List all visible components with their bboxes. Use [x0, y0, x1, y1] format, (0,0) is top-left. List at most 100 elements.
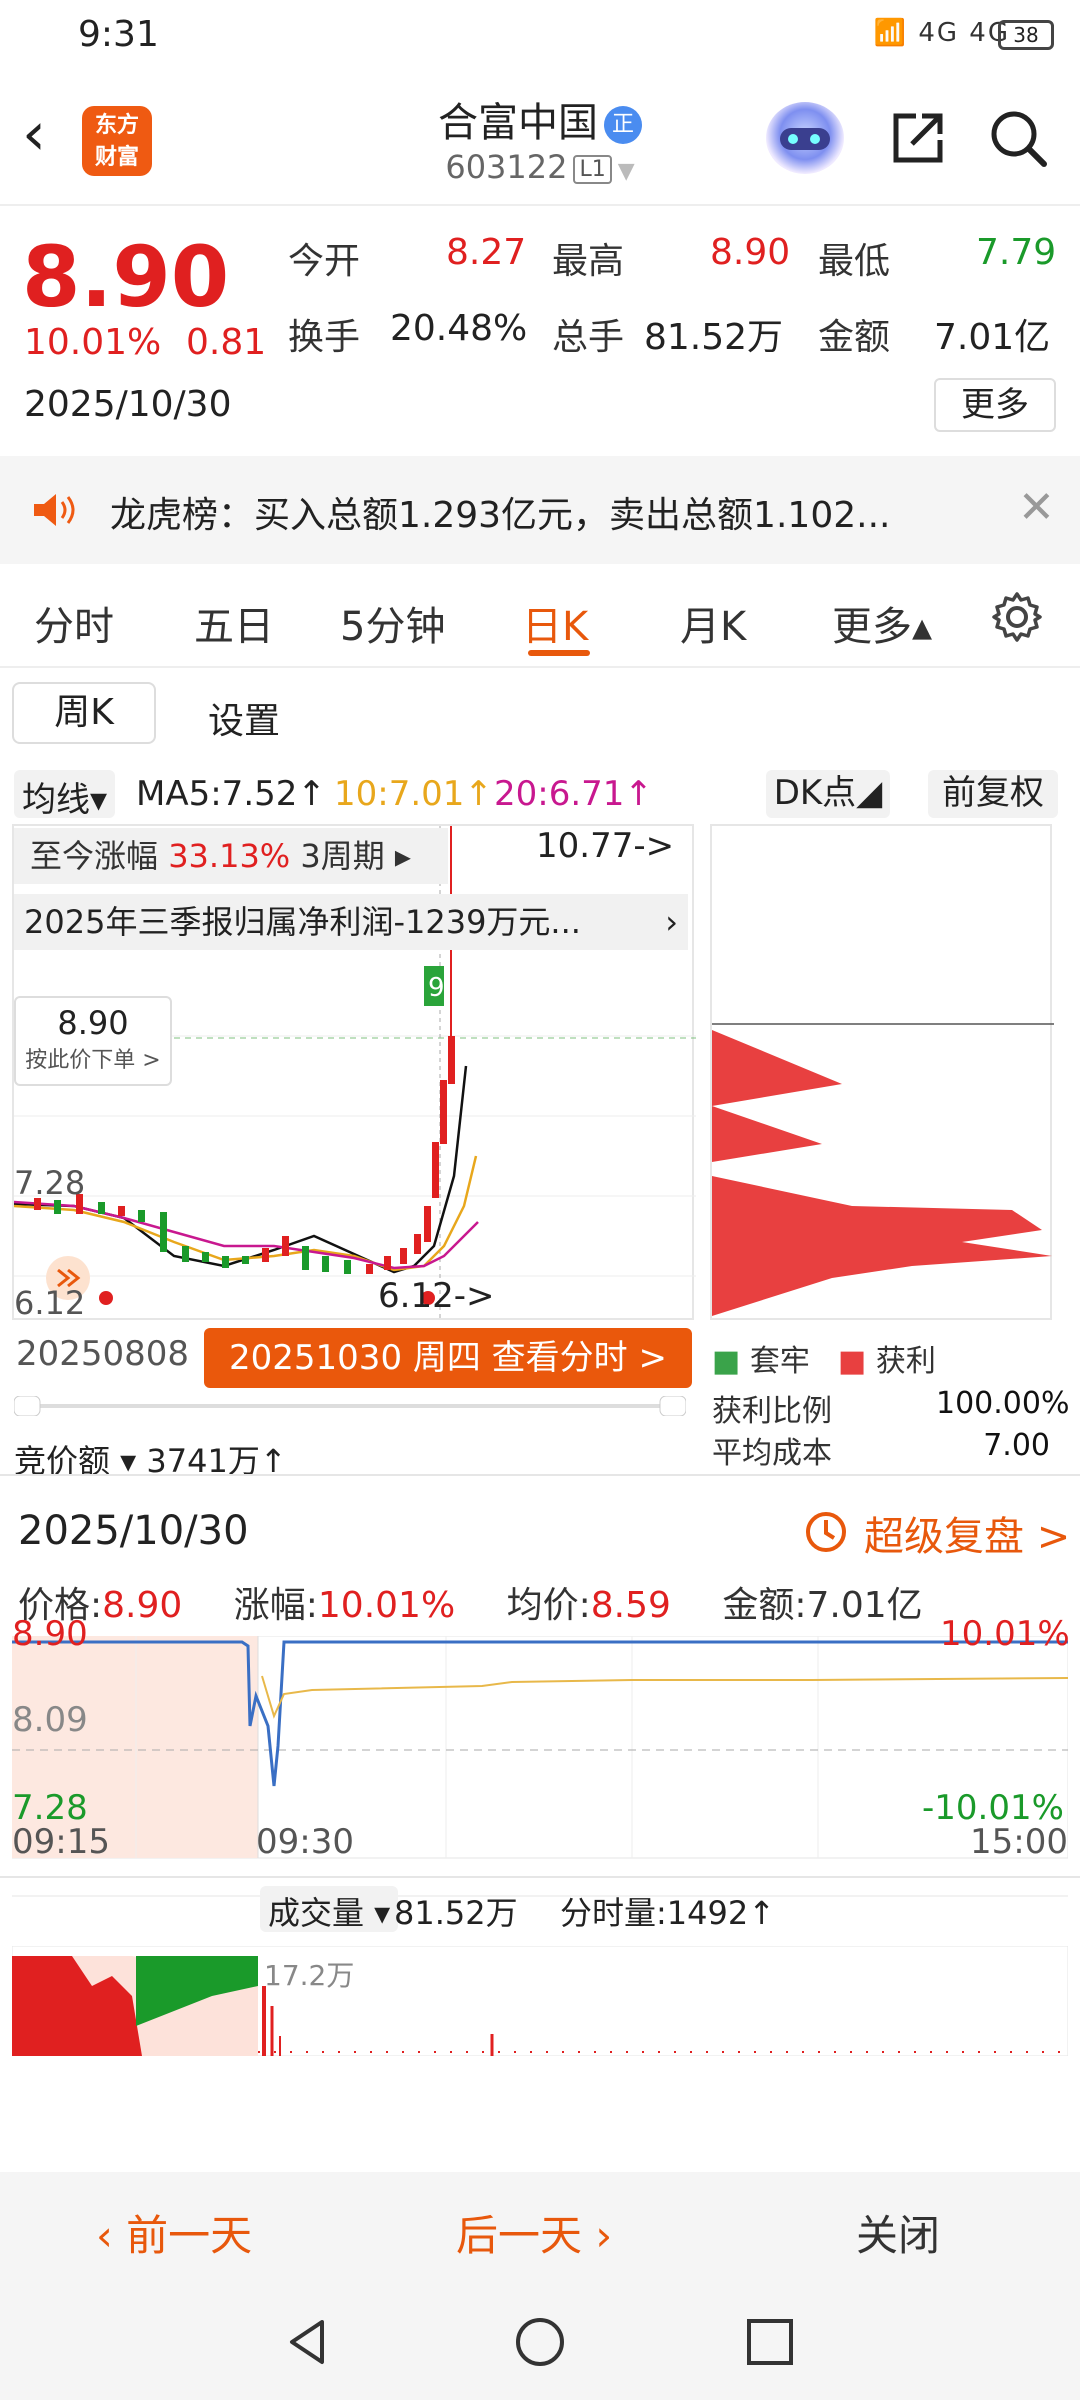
status-bar: 9:31 📶 4G 4G 38 — [0, 0, 1080, 72]
ma20-value: 20:6.71↑ — [494, 774, 653, 814]
speaker-icon — [34, 494, 75, 526]
nav-back-icon[interactable] — [282, 2316, 334, 2368]
super-replay-button[interactable]: 超级复盘 > — [864, 1504, 1070, 1562]
tab-intraday[interactable]: 分时 — [34, 594, 114, 652]
chevron-down-icon: ▼ — [617, 159, 635, 184]
turnover-value: 20.48% — [390, 308, 528, 349]
pct-value: 10.01% — [317, 1585, 456, 1626]
time-end: 15:00 — [970, 1822, 1068, 1862]
nav-recents-icon[interactable] — [744, 2316, 796, 2368]
price-value: 8.90 — [102, 1585, 183, 1626]
signal-dot — [99, 1291, 113, 1305]
share-icon[interactable] — [886, 106, 950, 170]
tab-monthly-k[interactable]: 月K — [680, 594, 746, 652]
volume-selector[interactable]: 成交量 ▾ — [260, 1886, 399, 1932]
current-price: 8.90 — [22, 228, 230, 326]
chevron-right-icon: › — [665, 903, 678, 941]
profit-ratio-label: 获利比例 — [712, 1394, 832, 1429]
more-quote-button[interactable]: 更多 — [934, 378, 1056, 432]
next-day-button[interactable]: 后一天 › — [456, 2202, 612, 2263]
chip-distribution[interactable] — [710, 824, 1054, 1320]
avg-value: 8.59 — [590, 1585, 671, 1626]
chart-scrollbar[interactable] — [14, 1396, 686, 1416]
high-marker: 10.77-> — [536, 826, 675, 866]
close-icon[interactable]: ✕ — [1018, 482, 1055, 533]
signal-icons: 📶 4G 4G — [873, 18, 1010, 48]
low-marker: 6.12-> — [378, 1276, 495, 1316]
legend-trap: ■ 套牢 — [712, 1344, 810, 1379]
tab-daily-k[interactable]: 日K — [522, 594, 588, 652]
volume-value: 81.52万 — [644, 317, 784, 358]
footer-bar: ‹ 前一天 后一天 › 关闭 — [0, 2172, 1080, 2284]
chip-svg — [712, 1023, 1054, 1316]
corp-badge-icon: 正 — [604, 106, 642, 144]
avg-label: 均价: — [506, 1585, 591, 1626]
td-9-text: 9 — [428, 973, 445, 1003]
stock-code: 603122 — [445, 148, 568, 186]
sheet-amount-label: 金额: — [722, 1585, 807, 1626]
gain-value: 33.13% — [168, 837, 291, 875]
pct-top-label: 10.01% — [940, 1614, 1070, 1654]
change-amount: 0.81 — [186, 322, 267, 363]
low-value: 7.79 — [976, 232, 1057, 273]
chart-start-date: 20250808 — [16, 1334, 190, 1374]
chart-tabs: 分时 五日 5分钟 日K 月K 更多▴ — [0, 568, 1080, 668]
period-volume: 分时量:1492↑ — [560, 1894, 776, 1932]
report-banner[interactable]: 2025年三季报归属净利润-1239万元... › — [14, 894, 688, 950]
close-button[interactable]: 关闭 — [856, 2202, 940, 2263]
system-nav-bar — [0, 2284, 1080, 2400]
dk-points-button[interactable]: DK点◢ — [766, 770, 890, 818]
tab-5min[interactable]: 5分钟 — [340, 594, 445, 652]
volume-label: 总手 — [552, 317, 625, 358]
change-pct: 10.01% — [24, 322, 162, 363]
time-start: 09:15 — [12, 1822, 110, 1862]
order-at-price-tag[interactable]: 8.90 按此价下单 > — [14, 996, 172, 1086]
pct-label: 涨幅: — [233, 1585, 318, 1626]
ma5-value: MA5:7.52↑ — [136, 774, 326, 814]
amount-label: 金额 — [818, 317, 891, 358]
adjust-mode-button[interactable]: 前复权 — [928, 770, 1058, 818]
avg-cost-label: 平均成本 — [712, 1436, 832, 1471]
news-bar[interactable]: 龙虎榜：买入总额1.293亿元，卖出总额1.102... ✕ — [0, 456, 1080, 564]
app-header: ‹ 东方 财富 合富中国正 603122 L1 ▼ — [0, 72, 1080, 206]
open-label: 今开 — [288, 241, 361, 282]
legend-profit: ■ 获利 — [838, 1344, 936, 1379]
tab-more[interactable]: 更多▴ — [832, 594, 932, 652]
trap-label: 套牢 — [749, 1344, 810, 1379]
gain-label: 至今涨幅 — [30, 837, 159, 875]
price-tag-action: 按此价下单 > — [25, 1048, 161, 1073]
search-icon[interactable] — [986, 106, 1050, 170]
history-icon — [806, 1512, 846, 1552]
prev-day-button[interactable]: ‹ 前一天 — [96, 2202, 252, 2263]
high-label: 最高 — [552, 241, 625, 282]
view-intraday-button[interactable]: 20251030 周四 查看分时 > — [204, 1328, 692, 1388]
clock: 9:31 — [78, 14, 159, 55]
week-k-button[interactable]: 周K — [12, 682, 156, 744]
quote-date: 2025/10/30 — [24, 384, 232, 425]
low-label: 最低 — [818, 241, 891, 282]
volume-chart — [12, 1946, 1068, 2056]
divider — [0, 1876, 1080, 1878]
open-value: 8.27 — [446, 232, 527, 273]
profit-ratio-value: 100.00% — [936, 1386, 1070, 1421]
news-text: 龙虎榜：买入总额1.293亿元，卖出总额1.102... — [110, 495, 891, 536]
amount-value: 7.01亿 — [934, 317, 1051, 358]
ma-selector[interactable]: 均线▾ — [14, 770, 116, 820]
volume-max-label: 17.2万 — [264, 1959, 355, 1992]
nav-home-icon[interactable] — [514, 2316, 566, 2368]
time-open: 09:30 — [256, 1822, 354, 1862]
gear-icon[interactable] — [990, 590, 1044, 644]
turnover-label: 换手 — [288, 317, 361, 358]
sheet-date: 2025/10/30 — [18, 1508, 249, 1554]
profit-label: 获利 — [875, 1344, 936, 1379]
price-tag-value: 8.90 — [57, 1004, 129, 1042]
period-gain-banner[interactable]: 至今涨幅 33.13% 3周期 ▸ — [14, 828, 448, 884]
report-text: 2025年三季报归属净利润-1239万元... — [24, 903, 581, 941]
chart-settings-button[interactable]: 设置 — [208, 692, 280, 744]
intraday-chart[interactable] — [12, 1636, 1068, 2156]
assistant-avatar-icon[interactable] — [766, 102, 844, 174]
stock-name: 合富中国 — [438, 100, 598, 146]
level-low-label: 6.12 — [14, 1284, 86, 1322]
tab-five-day[interactable]: 五日 — [194, 594, 274, 652]
ma10-value: 10:7.01↑ — [334, 774, 493, 814]
